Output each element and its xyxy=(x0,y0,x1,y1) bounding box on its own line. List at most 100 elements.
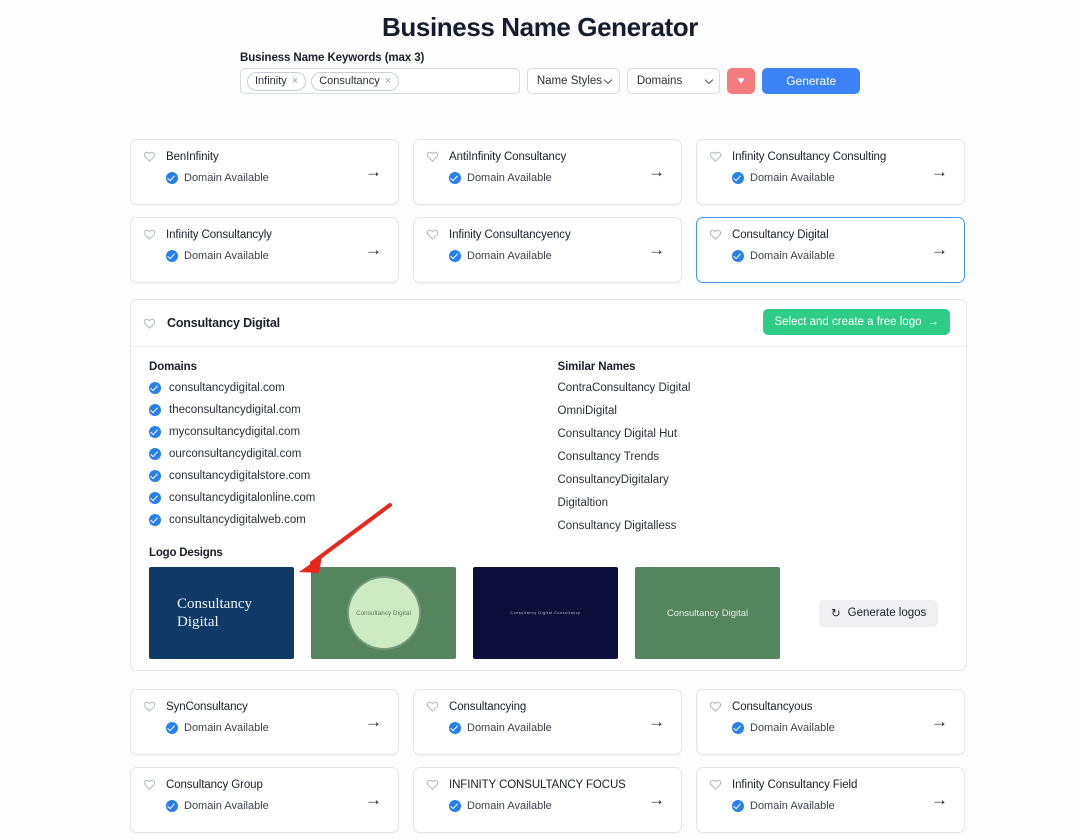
heart-icon[interactable] xyxy=(426,778,439,791)
domain-list-item[interactable]: consultancydigital.com xyxy=(149,382,558,394)
logo-gallery: Consultancy Digital Consultancy Digital C… xyxy=(149,567,966,659)
name-card[interactable]: Consultancy Group Domain Available → xyxy=(130,767,399,833)
check-circle-icon xyxy=(149,426,161,438)
arrow-right-icon[interactable]: → xyxy=(365,791,382,808)
logo-option-1-text: Consultancy Digital xyxy=(177,596,252,630)
heart-icon[interactable] xyxy=(426,228,439,241)
domains-column: Domains consultancydigital.com theconsul… xyxy=(149,361,558,543)
domain-list-item[interactable]: theconsultancydigital.com xyxy=(149,404,558,416)
similar-name-item[interactable]: Consultancy Digital Hut xyxy=(558,428,967,440)
keyword-chip-2[interactable]: Consultancy × xyxy=(311,71,400,91)
heart-icon[interactable] xyxy=(143,317,156,330)
logo-option-4[interactable]: Consultancy Digital xyxy=(635,567,780,659)
logo-option-1[interactable]: Consultancy Digital xyxy=(149,567,294,659)
arrow-right-icon[interactable]: → xyxy=(365,241,382,258)
logo-option-2[interactable]: Consultancy Digital xyxy=(311,567,456,659)
check-circle-icon xyxy=(149,382,161,394)
domain-name: consultancydigital.com xyxy=(169,382,285,394)
domain-status: Domain Available xyxy=(467,722,552,734)
name-card[interactable]: Consultancying Domain Available → xyxy=(413,689,682,755)
check-circle-icon xyxy=(149,492,161,504)
heart-icon[interactable] xyxy=(709,228,722,241)
domain-status: Domain Available xyxy=(750,722,835,734)
heart-icon[interactable] xyxy=(426,700,439,713)
heart-icon[interactable] xyxy=(143,778,156,791)
name-card[interactable]: Infinity Consultancyly Domain Available … xyxy=(130,217,399,283)
keyword-chip-2-label: Consultancy xyxy=(319,74,380,87)
remove-keyword-2-icon[interactable]: × xyxy=(385,74,391,89)
logo-option-2-text: Consultancy Digital xyxy=(356,609,411,617)
create-free-logo-button[interactable]: Select and create a free logo → xyxy=(763,309,950,335)
generate-logos-button[interactable]: ↻ Generate logos xyxy=(819,599,939,627)
name-card[interactable]: Infinity Consultancy Field Domain Availa… xyxy=(696,767,965,833)
similar-name-item[interactable]: OmniDigital xyxy=(558,405,967,417)
logo-designs-section: Logo Designs Consultancy Digital Consulta… xyxy=(131,543,966,659)
arrow-right-icon[interactable]: → xyxy=(931,713,948,730)
check-circle-icon xyxy=(166,172,178,184)
heart-icon[interactable] xyxy=(709,150,722,163)
name-card[interactable]: BenInfinity Domain Available → xyxy=(130,139,399,205)
domain-status: Domain Available xyxy=(750,800,835,812)
keywords-label: Business Name Keywords (max 3) xyxy=(240,52,425,64)
name-card[interactable]: Infinity Consultancy Consulting Domain A… xyxy=(696,139,965,205)
domains-select[interactable]: Domains xyxy=(626,68,720,94)
generate-logos-label: Generate logos xyxy=(847,607,927,619)
arrow-right-icon[interactable]: → xyxy=(931,791,948,808)
similar-name-item[interactable]: Consultancy Digitalless xyxy=(558,520,967,532)
name-card[interactable]: SynConsultancy Domain Available → xyxy=(130,689,399,755)
name-results-top: BenInfinity Domain Available → AntiInfin… xyxy=(130,139,967,295)
heart-icon[interactable] xyxy=(709,700,722,713)
domain-list-item[interactable]: myconsultancydigital.com xyxy=(149,426,558,438)
name-card-selected[interactable]: Consultancy Digital Domain Available → xyxy=(696,217,965,283)
arrow-right-icon[interactable]: → xyxy=(648,241,665,258)
domain-name: consultancydigitalweb.com xyxy=(169,514,306,526)
name-card[interactable]: AntiInfinity Consultancy Domain Availabl… xyxy=(413,139,682,205)
heart-icon[interactable] xyxy=(426,150,439,163)
arrow-right-icon[interactable]: → xyxy=(648,163,665,180)
arrow-right-icon[interactable]: → xyxy=(931,241,948,258)
domain-list-item[interactable]: ourconsultancydigital.com xyxy=(149,448,558,460)
domain-list-item[interactable]: consultancydigitalweb.com xyxy=(149,514,558,526)
domain-status: Domain Available xyxy=(750,250,835,262)
similar-names-column: Similar Names ContraConsultancy Digital … xyxy=(558,361,967,543)
similar-name-item[interactable]: Consultancy Trends xyxy=(558,451,967,463)
similar-name-item[interactable]: ConsultancyDigitalary xyxy=(558,474,967,486)
name-card[interactable]: INFINITY CONSULTANCY FOCUS Domain Availa… xyxy=(413,767,682,833)
keywords-input[interactable]: Infinity × Consultancy × xyxy=(240,68,520,94)
detail-header: Consultancy Digital Select and create a … xyxy=(131,300,966,347)
heart-icon[interactable] xyxy=(143,150,156,163)
name-card[interactable]: Infinity Consultancyency Domain Availabl… xyxy=(413,217,682,283)
arrow-right-icon[interactable]: → xyxy=(365,163,382,180)
name-results-row: BenInfinity Domain Available → AntiInfin… xyxy=(130,139,967,205)
arrow-right-icon[interactable]: → xyxy=(365,713,382,730)
name-styles-select[interactable]: Name Styles xyxy=(526,68,620,94)
domain-name: consultancydigitalonline.com xyxy=(169,492,316,504)
heart-filled-icon: ♥ xyxy=(737,75,745,87)
remove-keyword-1-icon[interactable]: × xyxy=(292,74,298,89)
heart-icon[interactable] xyxy=(143,228,156,241)
domain-name: ourconsultancydigital.com xyxy=(169,448,302,460)
domain-status: Domain Available xyxy=(184,800,269,812)
domain-list-item[interactable]: consultancydigitalonline.com xyxy=(149,492,558,504)
similar-name-item[interactable]: ContraConsultancy Digital xyxy=(558,382,967,394)
check-circle-icon xyxy=(149,404,161,416)
domain-list-item[interactable]: consultancydigitalstore.com xyxy=(149,470,558,482)
heart-icon[interactable] xyxy=(143,700,156,713)
arrow-right-icon[interactable]: → xyxy=(931,163,948,180)
generate-button[interactable]: Generate xyxy=(762,68,860,94)
similar-name-item[interactable]: Digitaltion xyxy=(558,497,967,509)
detail-columns: Domains consultancydigital.com theconsul… xyxy=(131,347,966,543)
favorites-button[interactable]: ♥ xyxy=(726,68,756,94)
name-card-title: Infinity Consultancyly xyxy=(166,228,272,241)
name-styles-label: Name Styles xyxy=(536,75,603,87)
arrow-right-icon[interactable]: → xyxy=(648,791,665,808)
arrow-right-icon[interactable]: → xyxy=(648,713,665,730)
app-root: Business Name Generator Business Name Ke… xyxy=(0,0,1080,838)
name-card[interactable]: Consultancyous Domain Available → xyxy=(696,689,965,755)
logo-designs-heading: Logo Designs xyxy=(149,547,223,559)
keyword-chip-1[interactable]: Infinity × xyxy=(247,71,307,91)
heart-icon[interactable] xyxy=(709,778,722,791)
logo-option-3[interactable]: Consultancy Digital Consultancy xyxy=(473,567,618,659)
name-card-title: Infinity Consultancyency xyxy=(449,228,571,241)
check-circle-icon xyxy=(149,448,161,460)
